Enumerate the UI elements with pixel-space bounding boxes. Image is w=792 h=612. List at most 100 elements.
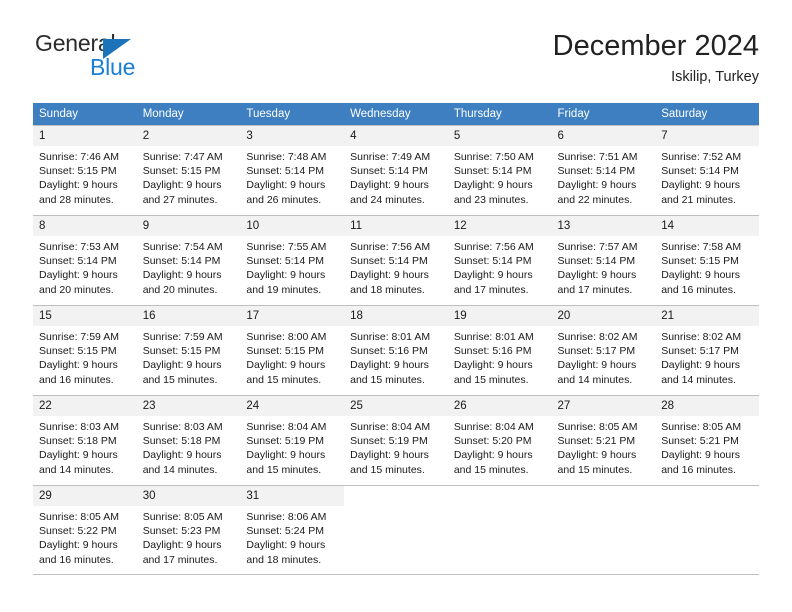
calendar-cell: 16 Sunrise: 7:59 AM Sunset: 5:15 PM Dayligh… (136, 305, 241, 395)
sunset-text: Sunset: 5:14 PM (246, 165, 325, 178)
calendar-day-cell[interactable]: 22 Sunrise: 8:03 AM Sunset: 5:18 PM Dayligh… (33, 395, 137, 485)
day-info: Sunrise: 8:01 AM Sunset: 5:16 PM Daylight:… (448, 326, 552, 387)
calendar-header-row: Sunday Monday Tuesday Wednesday Thursday… (33, 103, 759, 125)
sunrise-text: Sunrise: 7:59 AM (39, 331, 119, 343)
day-number: 21 (655, 306, 759, 326)
daylight-text: and 21 minutes. (661, 193, 736, 206)
sunrise-text: Sunrise: 8:01 AM (350, 331, 431, 343)
calendar-day-cell[interactable]: 27 Sunrise: 8:05 AM Sunset: 5:21 PM Dayligh… (551, 395, 656, 485)
day-info: Sunrise: 7:52 AM Sunset: 5:14 PM Daylight:… (655, 146, 759, 207)
calendar-cell: 22 Sunrise: 8:03 AM Sunset: 5:18 PM Dayligh… (33, 395, 137, 485)
calendar-cell: 7 Sunrise: 7:52 AM Sunset: 5:14 PM Daylight… (655, 125, 759, 215)
calendar-cell: 11 Sunrise: 7:56 AM Sunset: 5:14 PM Dayligh… (344, 215, 448, 305)
daylight-text: and 15 minutes. (453, 463, 529, 476)
calendar-day-cell[interactable]: 17 Sunrise: 8:00 AM Sunset: 5:15 PM Dayligh… (240, 305, 345, 395)
calendar-cell: 13 Sunrise: 7:57 AM Sunset: 5:14 PM Dayligh… (551, 215, 656, 305)
calendar-cell: 3 Sunrise: 7:48 AM Sunset: 5:14 PM Daylight… (240, 125, 345, 215)
calendar-cell: 10 Sunrise: 7:55 AM Sunset: 5:14 PM Dayligh… (240, 215, 345, 305)
day-info: Sunrise: 7:55 AM Sunset: 5:14 PM Daylight:… (240, 236, 344, 297)
weekday-header-wednesday: Wednesday (344, 103, 448, 125)
sunset-text: Sunset: 5:17 PM (661, 345, 739, 358)
calendar-day-cell[interactable]: 31 Sunrise: 8:06 AM Sunset: 5:24 PM Dayligh… (240, 485, 345, 575)
calendar-cell: 8 Sunrise: 7:53 AM Sunset: 5:14 PM Daylight… (33, 215, 137, 305)
calendar-day-cell[interactable]: 14 Sunrise: 7:58 AM Sunset: 5:15 PM Dayligh… (655, 215, 759, 305)
daylight-text: and 27 minutes. (142, 193, 218, 206)
calendar-day-cell[interactable]: 24 Sunrise: 8:04 AM Sunset: 5:19 PM Dayligh… (240, 395, 345, 485)
sunset-text: Sunset: 5:14 PM (453, 165, 532, 178)
daylight-text: Daylight: 9 hours (453, 449, 533, 462)
calendar-day-cell[interactable]: 3 Sunrise: 7:48 AM Sunset: 5:14 PM Daylight… (240, 125, 345, 215)
calendar-cell: 29 Sunrise: 8:05 AM Sunset: 5:22 PM Dayligh… (33, 485, 137, 575)
generalblue-logo[interactable]: General Blue (33, 30, 253, 90)
daylight-text: and 15 minutes. (350, 463, 425, 476)
calendar-day-cell[interactable]: 15 Sunrise: 7:59 AM Sunset: 5:15 PM Dayligh… (33, 305, 137, 395)
calendar-day-cell[interactable]: 19 Sunrise: 8:01 AM Sunset: 5:16 PM Dayligh… (447, 305, 552, 395)
daylight-text: and 16 minutes. (39, 373, 114, 386)
daylight-text: and 14 minutes. (39, 463, 114, 476)
calendar-cell: 30 Sunrise: 8:05 AM Sunset: 5:23 PM Dayligh… (136, 485, 241, 575)
calendar-day-cell[interactable]: 29 Sunrise: 8:05 AM Sunset: 5:22 PM Dayligh… (33, 485, 137, 575)
day-number: 14 (655, 216, 759, 236)
daylight-text: Daylight: 9 hours (142, 269, 222, 282)
day-info: Sunrise: 8:05 AM Sunset: 5:23 PM Daylight:… (137, 506, 241, 567)
calendar-cell: 20 Sunrise: 8:02 AM Sunset: 5:17 PM Dayligh… (551, 305, 656, 395)
calendar-day-cell[interactable]: 4 Sunrise: 7:49 AM Sunset: 5:14 PM Daylight… (344, 125, 448, 215)
sunrise-text: Sunrise: 7:54 AM (142, 241, 223, 253)
calendar-day-cell[interactable]: 16 Sunrise: 7:59 AM Sunset: 5:15 PM Dayligh… (136, 305, 241, 395)
calendar-cell: 24 Sunrise: 8:04 AM Sunset: 5:19 PM Dayligh… (240, 395, 345, 485)
daylight-text: Daylight: 9 hours (557, 179, 637, 192)
sunrise-text: Sunrise: 8:04 AM (350, 421, 431, 433)
calendar-day-cell[interactable]: 18 Sunrise: 8:01 AM Sunset: 5:16 PM Dayligh… (344, 305, 448, 395)
calendar-cell: 14 Sunrise: 7:58 AM Sunset: 5:15 PM Dayligh… (655, 215, 759, 305)
calendar-day-cell[interactable]: 7 Sunrise: 7:52 AM Sunset: 5:14 PM Daylight… (655, 125, 759, 215)
calendar-day-cell[interactable]: 25 Sunrise: 8:04 AM Sunset: 5:19 PM Dayligh… (344, 395, 448, 485)
sunset-text: Sunset: 5:14 PM (39, 255, 117, 268)
calendar-day-cell[interactable]: 2 Sunrise: 7:47 AM Sunset: 5:15 PM Daylight… (136, 125, 241, 215)
daylight-text: Daylight: 9 hours (557, 449, 637, 462)
sunrise-text: Sunrise: 8:03 AM (39, 421, 119, 433)
calendar-day-cell[interactable]: 28 Sunrise: 8:05 AM Sunset: 5:21 PM Dayligh… (655, 395, 759, 485)
day-number: 24 (240, 396, 345, 416)
calendar-day-cell[interactable]: 10 Sunrise: 7:55 AM Sunset: 5:14 PM Dayligh… (240, 215, 345, 305)
calendar-cell: 31 Sunrise: 8:06 AM Sunset: 5:24 PM Dayligh… (240, 485, 345, 575)
sunrise-text: Sunrise: 7:55 AM (246, 241, 327, 253)
calendar-day-cell[interactable]: 1 Sunrise: 7:46 AM Sunset: 5:15 PM Daylight… (33, 125, 137, 215)
day-number (552, 486, 656, 506)
calendar-cell: 25 Sunrise: 8:04 AM Sunset: 5:19 PM Dayligh… (344, 395, 448, 485)
daylight-text: Daylight: 9 hours (246, 179, 326, 192)
calendar-table: Sunday Monday Tuesday Wednesday Thursday… (33, 103, 759, 575)
daylight-text: Daylight: 9 hours (39, 179, 118, 192)
calendar-cell: 23 Sunrise: 8:03 AM Sunset: 5:18 PM Dayligh… (136, 395, 241, 485)
daylight-text: Daylight: 9 hours (246, 359, 326, 372)
sunrise-text: Sunrise: 8:01 AM (453, 331, 534, 343)
weekday-header-tuesday: Tuesday (240, 103, 345, 125)
calendar-day-cell[interactable]: 5 Sunrise: 7:50 AM Sunset: 5:14 PM Daylight… (447, 125, 552, 215)
day-info: Sunrise: 8:01 AM Sunset: 5:16 PM Daylight:… (344, 326, 448, 387)
calendar-day-cell[interactable]: 23 Sunrise: 8:03 AM Sunset: 5:18 PM Dayligh… (136, 395, 241, 485)
calendar-day-cell[interactable]: 6 Sunrise: 7:51 AM Sunset: 5:14 PM Daylight… (551, 125, 656, 215)
page-header: General Blue December 2024 Iskilip, Turk… (33, 30, 759, 94)
calendar-day-cell[interactable]: 21 Sunrise: 8:02 AM Sunset: 5:17 PM Dayligh… (655, 305, 759, 395)
day-info: Sunrise: 7:48 AM Sunset: 5:14 PM Daylight:… (240, 146, 344, 207)
calendar-cell: 28 Sunrise: 8:05 AM Sunset: 5:21 PM Dayligh… (655, 395, 759, 485)
calendar-day-cell[interactable]: 11 Sunrise: 7:56 AM Sunset: 5:14 PM Dayligh… (344, 215, 448, 305)
calendar-day-cell[interactable]: 12 Sunrise: 7:56 AM Sunset: 5:14 PM Dayligh… (447, 215, 552, 305)
day-info: Sunrise: 7:49 AM Sunset: 5:14 PM Daylight:… (344, 146, 448, 207)
sunset-text: Sunset: 5:19 PM (246, 435, 325, 448)
calendar-day-cell[interactable]: 13 Sunrise: 7:57 AM Sunset: 5:14 PM Dayligh… (551, 215, 656, 305)
daylight-text: and 14 minutes. (142, 463, 218, 476)
day-info: Sunrise: 7:54 AM Sunset: 5:14 PM Daylight:… (137, 236, 241, 297)
day-number: 28 (655, 396, 759, 416)
calendar-day-cell[interactable]: 30 Sunrise: 8:05 AM Sunset: 5:23 PM Dayligh… (136, 485, 241, 575)
day-info: Sunrise: 8:05 AM Sunset: 5:22 PM Daylight:… (33, 506, 137, 567)
day-info: Sunrise: 8:06 AM Sunset: 5:24 PM Daylight:… (240, 506, 344, 567)
sunrise-text: Sunrise: 8:04 AM (246, 421, 327, 433)
sunrise-text: Sunrise: 7:57 AM (557, 241, 638, 253)
sunset-text: Sunset: 5:14 PM (661, 165, 739, 178)
calendar-day-cell[interactable]: 9 Sunrise: 7:54 AM Sunset: 5:14 PM Daylight… (136, 215, 241, 305)
calendar-day-cell[interactable]: 20 Sunrise: 8:02 AM Sunset: 5:17 PM Dayligh… (551, 305, 656, 395)
daylight-text: Daylight: 9 hours (142, 539, 222, 552)
calendar-day-cell[interactable]: 8 Sunrise: 7:53 AM Sunset: 5:14 PM Daylight… (33, 215, 137, 305)
calendar-day-cell[interactable]: 26 Sunrise: 8:04 AM Sunset: 5:20 PM Dayligh… (447, 395, 552, 485)
daylight-text: Daylight: 9 hours (453, 359, 533, 372)
